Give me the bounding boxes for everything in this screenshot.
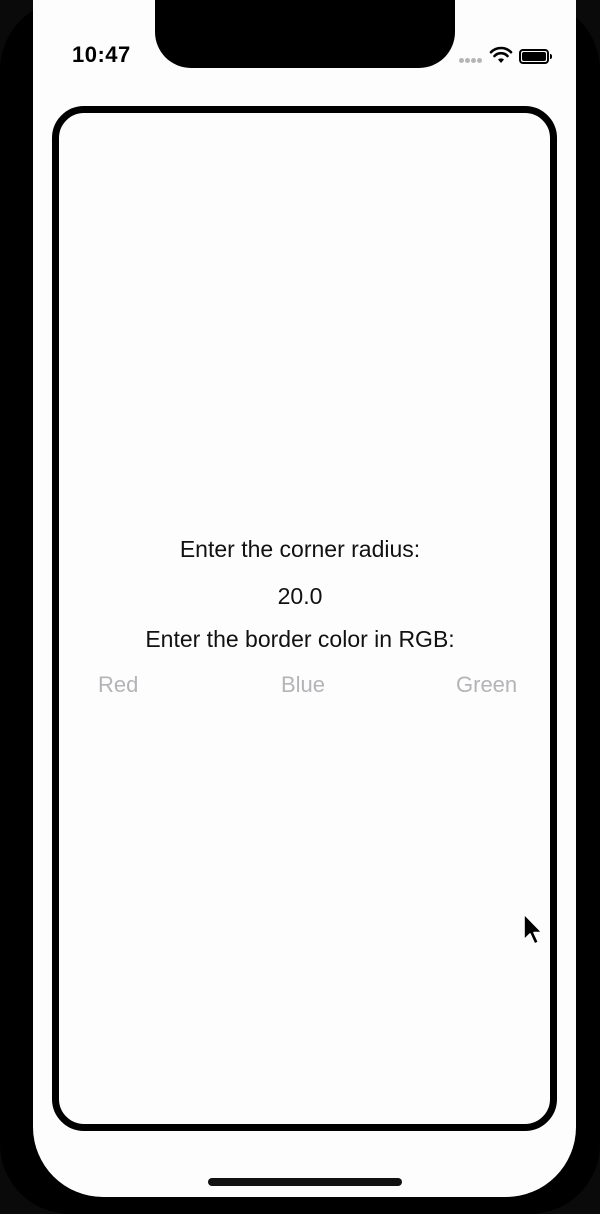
green-input[interactable]: Green	[456, 672, 517, 698]
red-input[interactable]: Red	[98, 672, 138, 698]
battery-icon	[519, 49, 552, 64]
blue-input[interactable]: Blue	[281, 672, 325, 698]
status-time: 10:47	[72, 42, 131, 67]
mouse-pointer-icon	[523, 913, 543, 945]
rounded-border-view	[52, 106, 557, 1131]
home-indicator[interactable]	[208, 1178, 402, 1186]
signal-dots-icon	[459, 58, 485, 64]
corner-radius-input[interactable]: 20.0	[0, 583, 600, 610]
corner-radius-label: Enter the corner radius:	[179, 536, 421, 562]
border-color-label: Enter the border color in RGB:	[145, 626, 455, 652]
notch	[155, 0, 455, 68]
wifi-icon	[489, 46, 513, 63]
